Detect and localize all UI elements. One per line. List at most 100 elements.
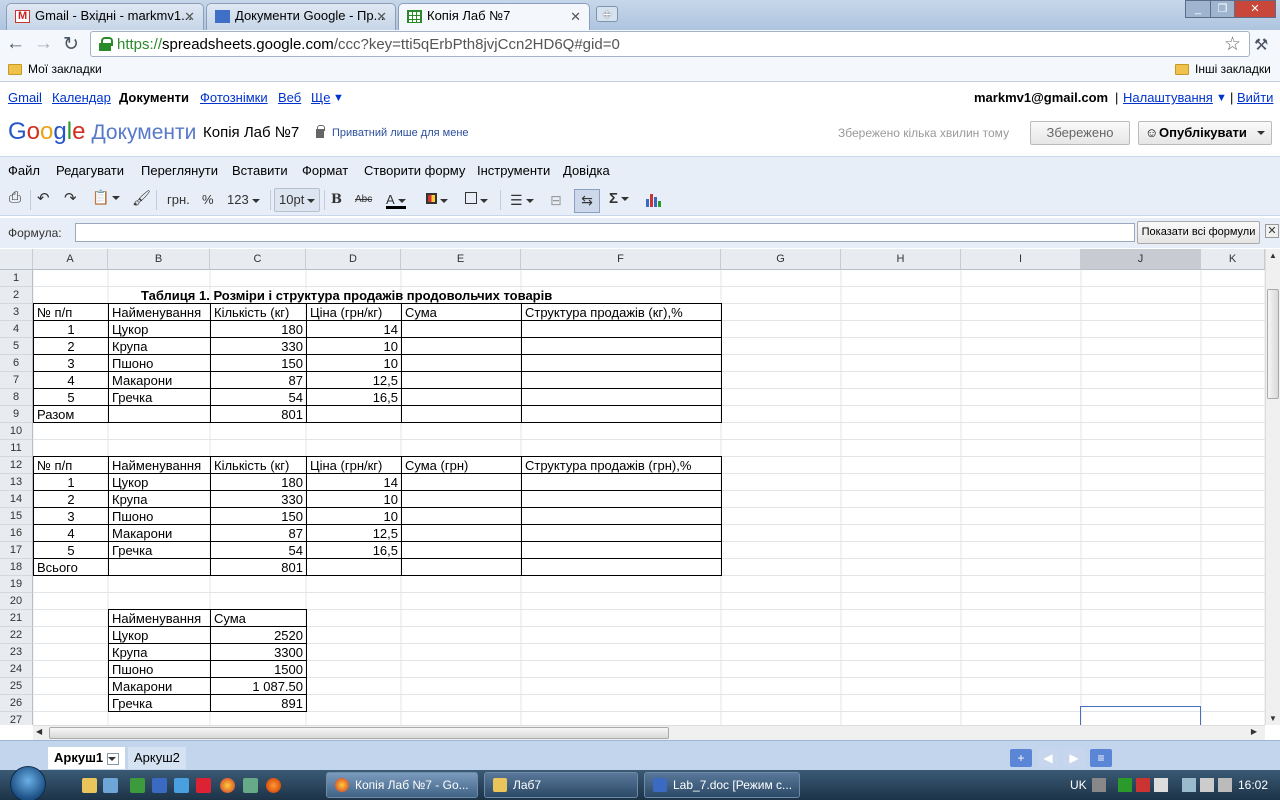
cell-C7[interactable]: 87 xyxy=(210,371,307,389)
font-color-button[interactable]: A xyxy=(386,192,406,209)
tray-icon[interactable] xyxy=(1182,778,1196,792)
cell-A3[interactable]: № п/п xyxy=(33,303,109,321)
cell-C5[interactable]: 330 xyxy=(210,337,307,355)
close-tab-icon[interactable]: ✕ xyxy=(376,9,387,25)
cell-A12[interactable]: № п/п xyxy=(33,456,109,474)
row-header-2[interactable]: 2 xyxy=(0,287,33,304)
menu-file[interactable]: Файл xyxy=(8,163,40,178)
borders-icon[interactable] xyxy=(465,192,488,210)
cell-C24[interactable]: 1500 xyxy=(210,660,307,678)
cell-F6[interactable] xyxy=(521,354,722,372)
menu-insert[interactable]: Вставити xyxy=(232,163,288,178)
cell-D17[interactable]: 16,5 xyxy=(306,541,402,559)
gbar-calendar-link[interactable]: Календар xyxy=(52,90,111,105)
saved-button[interactable]: Збережено xyxy=(1030,121,1130,145)
cell-E6[interactable] xyxy=(401,354,522,372)
taskbar-item-word[interactable]: Lab_7.doc [Режим с... xyxy=(644,772,800,798)
row-header-26[interactable]: 26 xyxy=(0,695,33,712)
cell-B17[interactable]: Гречка xyxy=(108,541,211,559)
gbar-more-link[interactable]: Ще xyxy=(311,90,330,105)
cell-F12[interactable]: Структура продажів (грн),% xyxy=(521,456,722,474)
close-tab-icon[interactable]: ✕ xyxy=(184,9,195,25)
cell-D9[interactable] xyxy=(306,405,402,423)
column-header-J[interactable]: J xyxy=(1081,249,1201,270)
font-size-select[interactable]: 10pt xyxy=(274,188,320,212)
reload-icon[interactable]: ↻ xyxy=(63,33,79,56)
wrench-icon[interactable]: ⚒ xyxy=(1254,35,1268,55)
cell-C14[interactable]: 330 xyxy=(210,490,307,508)
cell-D6[interactable]: 10 xyxy=(306,354,402,372)
cell-C21[interactable]: Сума xyxy=(210,609,307,627)
settings-link[interactable]: Налаштування xyxy=(1123,90,1213,105)
publish-button[interactable]: ☺ Опублікувати xyxy=(1138,121,1272,145)
cell-E4[interactable] xyxy=(401,320,522,338)
cell-D16[interactable]: 12,5 xyxy=(306,524,402,542)
cell-F8[interactable] xyxy=(521,388,722,406)
print-icon[interactable]: ⎙ xyxy=(9,189,21,207)
maximize-button[interactable]: ❐ xyxy=(1210,0,1235,18)
cell-D3[interactable]: Ціна (грн/кг) xyxy=(306,303,402,321)
column-header-I[interactable]: I xyxy=(961,249,1081,270)
cell-B24[interactable]: Пшоно xyxy=(108,660,211,678)
scroll-down-icon[interactable]: ▼ xyxy=(1269,714,1277,723)
cell-B18[interactable] xyxy=(108,558,211,576)
cell-E5[interactable] xyxy=(401,337,522,355)
cell-C23[interactable]: 3300 xyxy=(210,643,307,661)
cell-A14[interactable]: 2 xyxy=(33,490,109,508)
cell-C6[interactable]: 150 xyxy=(210,354,307,372)
cell-F5[interactable] xyxy=(521,337,722,355)
row-header-13[interactable]: 13 xyxy=(0,474,33,491)
cell-B21[interactable]: Найменування xyxy=(108,609,211,627)
gbar-web-link[interactable]: Веб xyxy=(278,90,301,105)
next-sheet-button[interactable]: ▶ xyxy=(1063,749,1085,767)
row-header-7[interactable]: 7 xyxy=(0,372,33,389)
cell-A6[interactable]: 3 xyxy=(33,354,109,372)
cell-B7[interactable]: Макарони xyxy=(108,371,211,389)
column-header-H[interactable]: H xyxy=(841,249,961,270)
row-header-27[interactable]: 27 xyxy=(0,712,33,725)
scroll-left-icon[interactable]: ◀ xyxy=(36,727,42,736)
chrome-icon[interactable] xyxy=(220,778,235,793)
row-header-24[interactable]: 24 xyxy=(0,661,33,678)
column-header-D[interactable]: D xyxy=(306,249,401,270)
row-header-17[interactable]: 17 xyxy=(0,542,33,559)
tray-icon[interactable] xyxy=(1118,778,1132,792)
cell-C25[interactable]: 1 087.50 xyxy=(210,677,307,695)
cell-D14[interactable]: 10 xyxy=(306,490,402,508)
sheet-tab-2[interactable]: Аркуш2 xyxy=(128,747,186,769)
url-text[interactable]: https://spreadsheets.google.com/ccc?key=… xyxy=(117,36,620,53)
forward-icon[interactable]: → xyxy=(34,33,53,55)
bold-button[interactable]: B xyxy=(331,192,342,210)
row-header-6[interactable]: 6 xyxy=(0,355,33,372)
sheet-menu-icon[interactable] xyxy=(106,752,119,765)
language-indicator[interactable]: UK xyxy=(1070,778,1087,792)
row-header-11[interactable]: 11 xyxy=(0,440,33,457)
row-header-14[interactable]: 14 xyxy=(0,491,33,508)
document-title[interactable]: Копія Лаб №7 xyxy=(203,124,299,141)
cell-F16[interactable] xyxy=(521,524,722,542)
bookmark-other[interactable]: Інші закладки xyxy=(1195,62,1271,76)
row-header-20[interactable]: 20 xyxy=(0,593,33,610)
vertical-scrollbar[interactable]: ▲ ▼ xyxy=(1265,249,1280,725)
cell-B5[interactable]: Крупа xyxy=(108,337,211,355)
tray-icon[interactable] xyxy=(1136,778,1150,792)
taskbar-item-chrome[interactable]: Копія Лаб №7 - Go... xyxy=(326,772,478,798)
show-desktop-icon[interactable] xyxy=(82,778,97,793)
firefox-icon[interactable] xyxy=(266,778,281,793)
gbar-gmail-link[interactable]: Gmail xyxy=(8,90,42,105)
tray-icon[interactable] xyxy=(1092,778,1106,792)
cell-D8[interactable]: 16,5 xyxy=(306,388,402,406)
ie-icon[interactable] xyxy=(174,778,189,793)
row-header-23[interactable]: 23 xyxy=(0,644,33,661)
cell-B9[interactable] xyxy=(108,405,211,423)
add-sheet-button[interactable]: + xyxy=(1010,749,1032,767)
cell-B4[interactable]: Цукор xyxy=(108,320,211,338)
bookmark-star-icon[interactable]: ☆ xyxy=(1224,33,1241,56)
spreadsheet-grid[interactable]: Таблиця 1. Розміри і структура продажів … xyxy=(0,249,1265,725)
cell-F17[interactable] xyxy=(521,541,722,559)
scroll-right-icon[interactable]: ▶ xyxy=(1251,727,1257,736)
row-header-9[interactable]: 9 xyxy=(0,406,33,423)
close-window-button[interactable]: ✕ xyxy=(1234,0,1276,18)
app-icon[interactable] xyxy=(196,778,211,793)
chart-icon[interactable] xyxy=(646,192,661,210)
